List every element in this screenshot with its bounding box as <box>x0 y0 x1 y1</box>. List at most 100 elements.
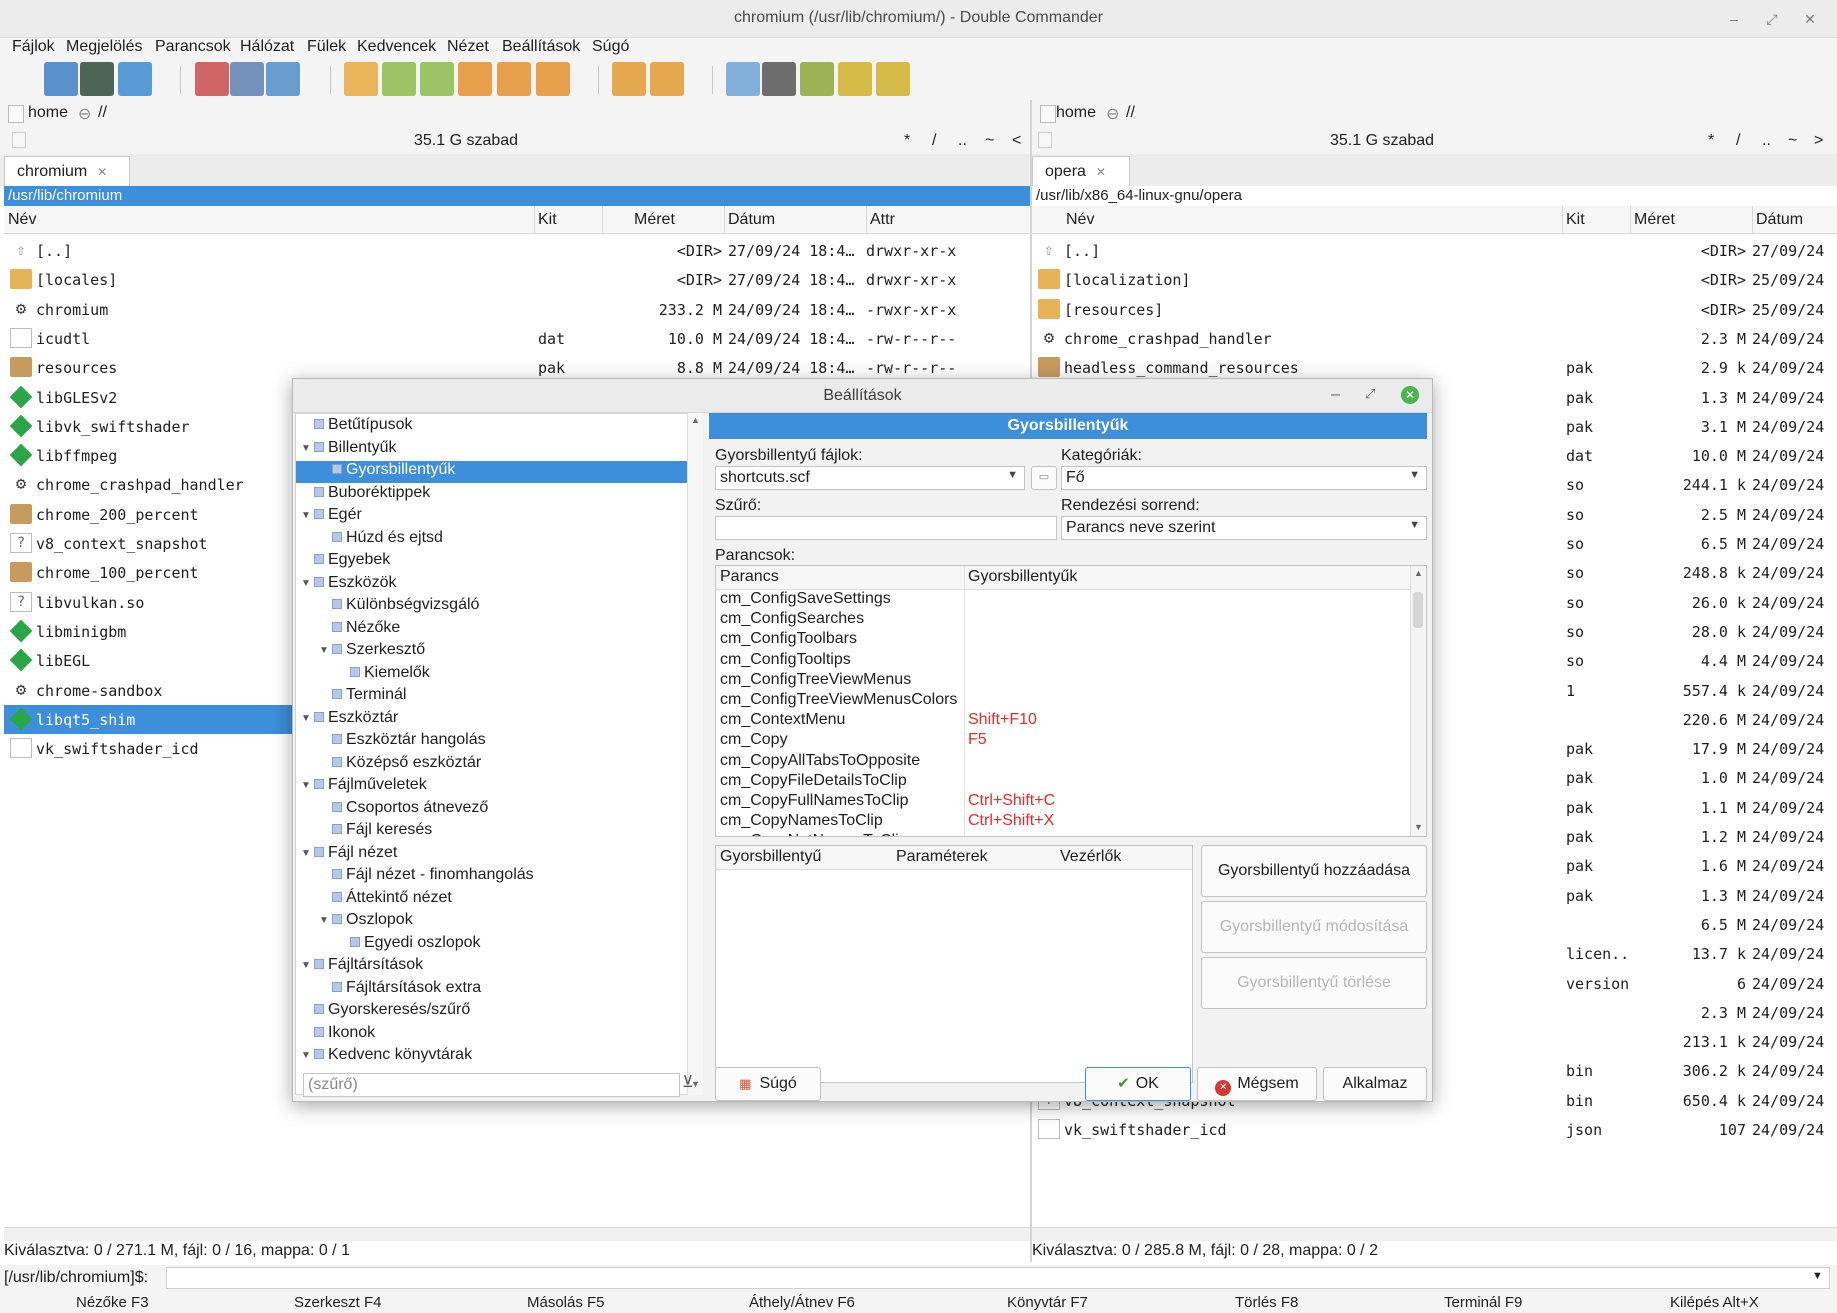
col-size[interactable]: Méret <box>634 211 675 229</box>
settings-icon[interactable] <box>118 62 152 96</box>
edit-icon[interactable] <box>800 62 834 96</box>
fkey-edit[interactable]: Szerkeszt F4 <box>294 1294 382 1311</box>
tree-scrollbar[interactable]: ▲ ▼ <box>687 413 703 1095</box>
file-row[interactable]: [locales] <DIR> 27/09/24 18:4… drwxr-xr-x <box>4 265 1030 294</box>
minimize-icon[interactable]: – <box>1331 386 1340 404</box>
expand-arrow-icon[interactable]: ▼ <box>301 443 311 454</box>
file-row[interactable]: vk_swiftshader_icd json 107 24/09/24 <box>1032 1115 1837 1144</box>
nav-home[interactable]: ~ <box>985 132 994 150</box>
left-drive-label[interactable]: home <box>28 104 68 122</box>
tree-item[interactable]: Csoportos átnevező <box>332 799 488 821</box>
nav-up[interactable]: .. <box>958 132 967 150</box>
menu-tabs[interactable]: Fülek <box>307 38 346 56</box>
box-icon[interactable] <box>650 62 684 96</box>
nav-root[interactable]: * <box>904 132 910 150</box>
nav-slash[interactable]: / <box>932 132 936 150</box>
col-name[interactable]: Név <box>8 211 36 229</box>
categories-combo[interactable]: Fő ▼ <box>1061 466 1427 490</box>
drive-icon[interactable] <box>8 105 24 123</box>
full-view-icon[interactable] <box>230 62 264 96</box>
tree-item[interactable]: Egyedi oszlopok <box>350 934 481 956</box>
file-row[interactable]: ⇧ [..] <DIR> 27/09/24 18:4… drwxr-xr-x <box>4 236 1030 265</box>
tab-chromium[interactable]: chromium ✕ <box>4 156 130 186</box>
tree-item[interactable]: Kiemelők <box>350 664 430 686</box>
col-size[interactable]: Méret <box>1634 211 1675 229</box>
command-row[interactable]: cm_CopyAllTabsToOpposite <box>716 752 1426 772</box>
expand-arrow-icon[interactable]: ▼ <box>301 780 311 791</box>
tab-opera[interactable]: opera ✕ <box>1032 156 1130 186</box>
download-icon[interactable] <box>612 62 646 96</box>
command-row[interactable]: cm_ContextMenu Shift+F10 <box>716 711 1426 731</box>
options-tree[interactable]: Betűtípusok ▼ Billentyűk Gyorsbillentyűk Bub… <box>295 413 703 1095</box>
tree-item[interactable]: Fájl nézet - finomhangolás <box>332 866 534 888</box>
brief-view-icon[interactable] <box>195 62 229 96</box>
modify-hotkey-button[interactable]: Gyorsbillentyű módosítása <box>1201 901 1427 953</box>
hk-col-controls[interactable]: Vezérlők <box>1060 848 1121 866</box>
file-row[interactable]: icudtl dat 10.0 M 24/09/24 18:4… -rw-r--r-- <box>4 324 1030 353</box>
apply-button[interactable]: Alkalmaz <box>1323 1067 1427 1101</box>
expand-arrow-icon[interactable]: ▼ <box>301 1050 311 1061</box>
fkey-exit[interactable]: Kilépés Alt+X <box>1670 1294 1759 1311</box>
command-row[interactable]: cm_CopyFullNamesToClip Ctrl+Shift+C <box>716 792 1426 812</box>
help-button[interactable]: ▦ Súgó <box>715 1067 821 1101</box>
menu-settings[interactable]: Beállítások <box>502 38 580 56</box>
hotkeys-grid[interactable]: Gyorsbillentyű Paraméterek Vezérlők <box>715 845 1193 1083</box>
expand-arrow-icon[interactable]: ▼ <box>319 645 329 656</box>
expand-arrow-icon[interactable]: ▼ <box>301 578 311 589</box>
col-attr[interactable]: Attr <box>870 211 895 229</box>
tree-item[interactable]: Középső eszköztár <box>332 754 481 776</box>
fkey-view[interactable]: Nézőke F3 <box>76 1294 149 1311</box>
right-root[interactable]: // <box>1126 104 1135 122</box>
tree-item[interactable]: ▼ Eszközök <box>301 574 396 596</box>
left-root[interactable]: // <box>98 104 107 122</box>
nav-home[interactable]: ~ <box>1788 132 1797 150</box>
drive-button-icon[interactable] <box>1038 132 1052 148</box>
calc-icon[interactable] <box>876 62 910 96</box>
tree-item[interactable]: Fájltársítások extra <box>332 979 481 1001</box>
sort-order-combo[interactable]: Parancs neve szerint ▼ <box>1061 516 1427 540</box>
menu-mark[interactable]: Megjelölés <box>66 38 142 56</box>
tree-item[interactable]: Gyorsbillentyűk <box>296 461 688 483</box>
col-name[interactable]: Név <box>1066 211 1094 229</box>
tree-item[interactable]: Terminál <box>332 686 406 708</box>
grid-col-command[interactable]: Parancs <box>720 568 779 586</box>
search-icon[interactable] <box>762 62 796 96</box>
nav-up[interactable]: .. <box>1762 132 1771 150</box>
scroll-up-icon[interactable]: ▲ <box>1414 568 1423 578</box>
menu-files[interactable]: Fájlok <box>12 38 55 56</box>
command-row[interactable]: cm_CopyNetNamesToClip <box>716 832 1426 836</box>
file-row[interactable]: [localization] <DIR> 25/09/24 <box>1032 265 1837 294</box>
folder-browse-icon[interactable]: ▭ <box>1031 466 1057 490</box>
command-row[interactable]: cm_CopyNamesToClip Ctrl+Shift+X <box>716 812 1426 832</box>
tree-item[interactable]: ▼ Fájltársítások <box>301 956 423 978</box>
menu-view[interactable]: Nézet <box>447 38 489 56</box>
tree-item[interactable]: ▼ Oszlopok <box>319 911 413 933</box>
expand-arrow-icon[interactable]: ▼ <box>301 960 311 971</box>
shortcut-files-combo[interactable]: shortcuts.scf ▼ <box>715 466 1025 490</box>
menu-help[interactable]: Súgó <box>592 38 629 56</box>
tree-filter-input[interactable]: (szűrő) <box>303 1073 680 1097</box>
file-row[interactable]: ⚙ chromium 233.2 M 24/09/24 18:4… -rwxr-xr-x <box>4 295 1030 324</box>
expand-arrow-icon[interactable]: ▼ <box>301 510 311 521</box>
expand-arrow-icon[interactable]: ▼ <box>301 713 311 724</box>
add-hotkey-button[interactable]: Gyorsbillentyű hozzáadása <box>1201 845 1427 897</box>
scroll-down-icon[interactable]: ▼ <box>1414 822 1423 832</box>
network-icon[interactable]: ⊖ <box>78 104 91 124</box>
col-ext[interactable]: Kit <box>1566 211 1585 229</box>
copy-left-icon[interactable] <box>382 62 416 96</box>
tree-item[interactable]: Egyebek <box>314 551 390 573</box>
tree-item[interactable]: ▼ Egér <box>301 506 362 528</box>
test-archive-icon[interactable] <box>536 62 570 96</box>
tree-item[interactable]: Fájl keresés <box>332 821 432 843</box>
unpack-icon[interactable] <box>497 62 531 96</box>
tree-item[interactable]: Eszköztár hangolás <box>332 731 486 753</box>
fkey-terminal[interactable]: Terminál F9 <box>1444 1294 1522 1311</box>
tree-item[interactable]: ▼ Eszköztár <box>301 709 398 731</box>
filter-input[interactable] <box>715 516 1057 540</box>
tree-item[interactable]: ▼ Kedvenc könyvtárak <box>301 1046 472 1068</box>
tree-item[interactable]: Buboréktippek <box>314 484 430 506</box>
tree-item[interactable]: ▼ Fájl nézet <box>301 844 397 866</box>
fkey-copy[interactable]: Másolás F5 <box>527 1294 605 1311</box>
tree-item[interactable]: Gyorskeresés/szűrő <box>314 1001 470 1023</box>
hk-col-hotkey[interactable]: Gyorsbillentyű <box>720 848 821 866</box>
